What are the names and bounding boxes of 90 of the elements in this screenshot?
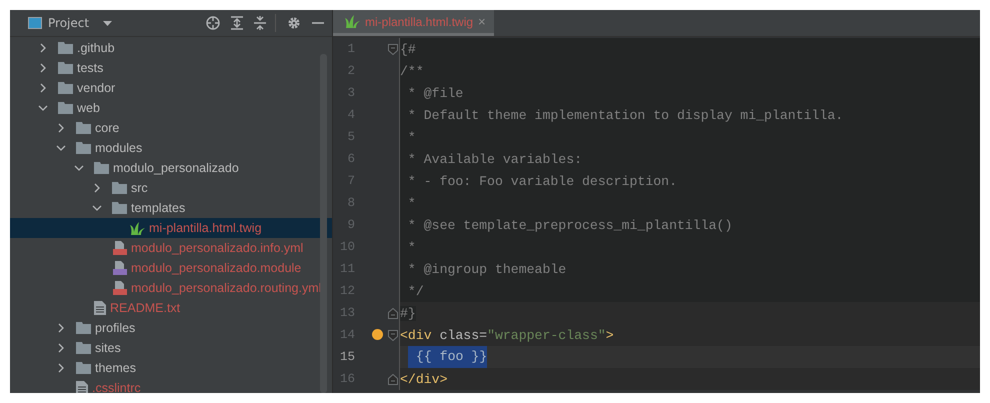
file-name: vendor [77, 81, 116, 95]
tree-row[interactable]: profiles [10, 318, 332, 338]
fold-icon[interactable] [388, 44, 398, 54]
file-name: modulo_personalizado [113, 161, 239, 175]
chevron-right-icon[interactable] [56, 363, 66, 373]
tree-row[interactable]: core [10, 118, 332, 138]
tree-row[interactable]: sites [10, 338, 332, 358]
code-line: * @file [406, 86, 464, 100]
file-name: tests [77, 61, 104, 75]
chevron-right-icon[interactable] [38, 63, 48, 73]
folder-icon [58, 62, 73, 74]
code-line: * Default theme implementation to display mi_plantilla. [406, 108, 844, 122]
chevron-down-icon[interactable] [92, 205, 102, 211]
code-line: * [406, 130, 416, 144]
folder-icon [112, 202, 127, 214]
tree-row[interactable]: tests [10, 58, 332, 78]
tree-row[interactable]: src [10, 178, 332, 198]
chevron-down-icon[interactable] [38, 105, 48, 111]
bulb-icon[interactable] [372, 329, 383, 340]
folder-icon [76, 362, 91, 374]
file-name: .csslintrc [92, 381, 141, 393]
file-name: sites [95, 341, 121, 355]
folder-icon [76, 322, 91, 334]
expand-all-icon[interactable] [231, 16, 243, 30]
code-line: * @see template_preprocess_mi_plantilla() [406, 218, 732, 232]
fold-icon[interactable] [388, 330, 398, 340]
chevron-right-icon[interactable] [38, 43, 48, 53]
file-name: modulo_personalizado.module [131, 261, 302, 275]
leaf-icon [345, 15, 360, 28]
file-name: README.txt [110, 301, 180, 315]
code-line: * [406, 240, 416, 254]
tree-row[interactable]: modules [10, 138, 332, 158]
file-name: modulo_personalizado.info.yml [131, 241, 304, 255]
file-name: web [77, 101, 100, 115]
file-name: src [131, 181, 148, 195]
locate-icon[interactable] [206, 16, 220, 30]
settings-icon[interactable] [287, 16, 301, 30]
tree-row[interactable]: .github [10, 38, 332, 58]
code-line: * [406, 196, 416, 210]
file-icon [112, 281, 127, 295]
tree-row[interactable]: mi-plantilla.html.twig [10, 218, 332, 238]
chevron-right-icon[interactable] [56, 323, 66, 333]
code-line: </div> [400, 372, 448, 386]
tree-row[interactable]: modulo_personalizado [10, 158, 332, 178]
code-line: * - foo: Foo variable description. [406, 174, 677, 188]
fold-icon[interactable] [388, 374, 398, 384]
file-name: mi-plantilla.html.twig [149, 221, 262, 235]
folder-icon [76, 122, 91, 134]
file-name: profiles [95, 321, 136, 335]
folder-icon [58, 42, 73, 54]
folder-icon [58, 102, 73, 114]
file-icon [112, 261, 127, 275]
window-icon [28, 17, 42, 29]
folder-icon [94, 162, 109, 174]
file-name: templates [131, 201, 186, 215]
collapse-all-icon[interactable] [254, 16, 266, 30]
chevron-right-icon[interactable] [92, 183, 102, 193]
line-number: 15 [338, 350, 355, 364]
fold-icon[interactable] [388, 308, 398, 318]
file-name: modules [95, 141, 142, 155]
file-icon [112, 241, 127, 255]
selected-text: {{ foo }} [408, 346, 488, 368]
code-line: {# [400, 42, 416, 56]
tree-row[interactable]: templates [10, 198, 332, 218]
code-line: <div class="wrapper-class"> [400, 328, 614, 342]
code-line: * Available variables: [406, 152, 582, 166]
folder-icon [112, 182, 127, 194]
chevron-right-icon[interactable] [38, 83, 48, 93]
leaf-icon [130, 222, 145, 234]
file-name: core [95, 121, 120, 135]
tree-row[interactable]: vendor [10, 78, 332, 98]
tree-row[interactable]: themes [10, 358, 332, 378]
code-line: /** [400, 64, 424, 78]
file-name: themes [95, 361, 136, 375]
folder-icon [76, 142, 91, 154]
text-file-icon [94, 301, 106, 315]
chevron-right-icon[interactable] [56, 343, 66, 353]
scrollbar[interactable] [320, 54, 327, 393]
tree-row[interactable]: web [10, 98, 332, 118]
folder-icon [58, 82, 73, 94]
file-name: modulo_personalizado.routing.yml [131, 281, 322, 295]
panel-title[interactable]: Project [48, 16, 90, 30]
file-name: .github [77, 41, 115, 55]
code-line: * @ingroup themeable [406, 262, 566, 276]
dropdown-icon[interactable] [103, 20, 112, 26]
chevron-down-icon[interactable] [56, 145, 66, 151]
folder-icon [76, 342, 91, 354]
chevron-down-icon[interactable] [74, 165, 84, 171]
code-line: */ [406, 284, 424, 298]
chevron-right-icon[interactable] [56, 123, 66, 133]
